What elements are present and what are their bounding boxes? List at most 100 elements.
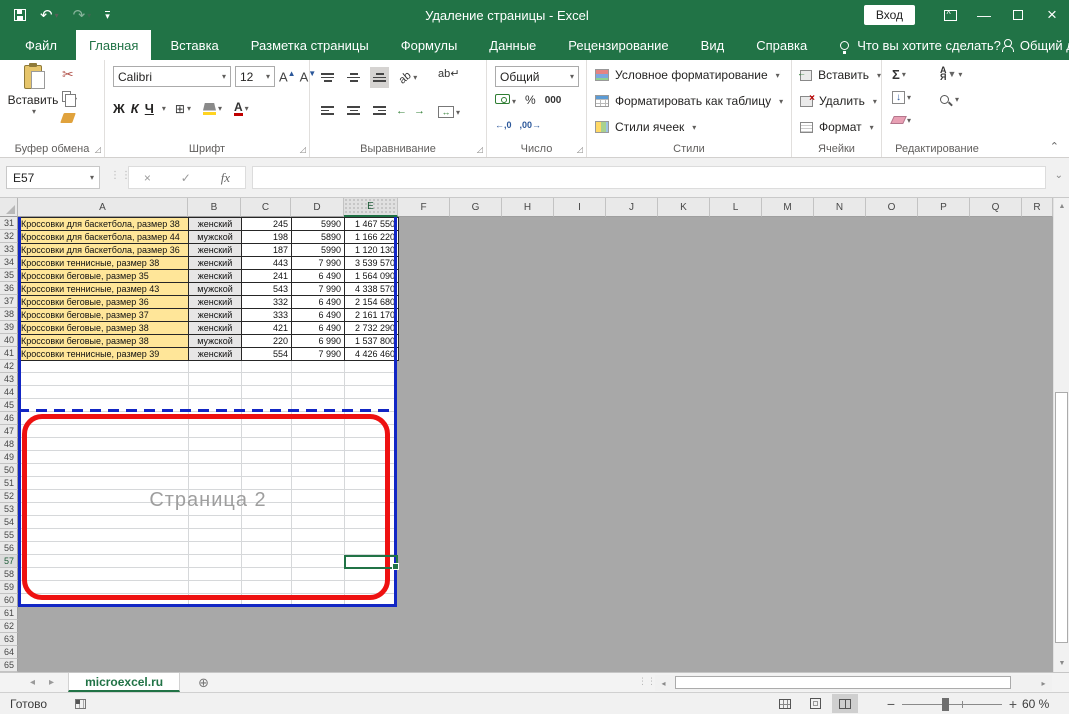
align-center-button[interactable] — [344, 100, 363, 121]
column-header-A[interactable]: A — [18, 198, 188, 217]
zoom-level-label[interactable]: 60 % — [1022, 697, 1049, 711]
insert-function-button[interactable]: fx — [221, 170, 230, 186]
scroll-left-button[interactable]: ◂ — [655, 675, 672, 691]
row-header-47[interactable]: 47 — [0, 425, 18, 438]
page-break-dashed-line[interactable] — [18, 409, 397, 412]
align-right-button[interactable] — [370, 100, 389, 121]
cell[interactable]: Кроссовки теннисные, размер 39 — [19, 348, 189, 361]
fill-color-button[interactable]: ▾ — [200, 98, 225, 119]
delete-cells-button[interactable]: Удалить▾ — [792, 88, 881, 114]
enter-button[interactable]: ✓ — [181, 171, 191, 185]
copy-button[interactable]: ▾ — [62, 89, 77, 107]
row-header-44[interactable]: 44 — [0, 386, 18, 399]
font-name-combo[interactable]: Calibri▾ — [113, 66, 231, 87]
zoom-slider[interactable] — [902, 697, 1002, 711]
find-select-button[interactable]: ▾ — [940, 90, 962, 108]
underline-button[interactable]: Ч — [145, 101, 154, 116]
align-bottom-button[interactable] — [370, 67, 389, 88]
maximize-button[interactable] — [1001, 0, 1035, 30]
sort-filter-button[interactable]: АЯ▼▾ — [940, 65, 962, 83]
cell[interactable]: женский — [189, 348, 242, 361]
column-header-B[interactable]: B — [188, 198, 241, 217]
font-size-combo[interactable]: 12▾ — [235, 66, 275, 87]
row-header-37[interactable]: 37 — [0, 295, 18, 308]
row-header-34[interactable]: 34 — [0, 256, 18, 269]
column-header-P[interactable]: P — [918, 198, 970, 217]
cell[interactable]: 332 — [242, 296, 292, 309]
row-header-40[interactable]: 40 — [0, 334, 18, 347]
ribbon-tab[interactable]: Файл — [12, 30, 70, 60]
merge-center-button[interactable]: ↔▾ — [438, 102, 460, 120]
sign-in-button[interactable]: Вход — [864, 5, 915, 25]
cell[interactable]: 3 539 570 — [345, 257, 399, 270]
normal-view-button[interactable] — [772, 694, 798, 713]
ribbon-tab[interactable]: Вставка — [157, 30, 231, 60]
formula-input[interactable] — [252, 166, 1046, 189]
row-header-45[interactable]: 45 — [0, 399, 18, 412]
orientation-button[interactable]: ab▾ — [396, 67, 420, 88]
cell[interactable]: мужской — [189, 231, 242, 244]
cut-button[interactable]: ✂ — [62, 66, 74, 83]
row-header-58[interactable]: 58 — [0, 568, 18, 581]
select-all-corner[interactable] — [0, 198, 18, 217]
row-header-39[interactable]: 39 — [0, 321, 18, 334]
vertical-scroll-thumb[interactable] — [1055, 392, 1068, 643]
row-header-33[interactable]: 33 — [0, 243, 18, 256]
align-top-button[interactable] — [318, 67, 337, 88]
row-header-48[interactable]: 48 — [0, 438, 18, 451]
cell[interactable]: 2 154 680 — [345, 296, 399, 309]
column-header-I[interactable]: I — [554, 198, 606, 217]
print-area-border-bottom[interactable] — [18, 604, 397, 607]
row-header-32[interactable]: 32 — [0, 230, 18, 243]
qat-customize-button[interactable]: ▾ — [105, 11, 110, 20]
decrease-decimal-button[interactable]: ←,0 — [495, 120, 512, 130]
number-format-combo[interactable]: Общий▾ — [495, 66, 579, 87]
cell[interactable]: 2 732 290 — [345, 322, 399, 335]
cell[interactable]: мужской — [189, 283, 242, 296]
column-header-O[interactable]: O — [866, 198, 918, 217]
row-header-52[interactable]: 52 — [0, 490, 18, 503]
row-header-43[interactable]: 43 — [0, 373, 18, 386]
prev-sheet-button[interactable]: ◂ — [30, 677, 35, 688]
cell[interactable]: 543 — [242, 283, 292, 296]
cell[interactable]: 333 — [242, 309, 292, 322]
cell[interactable]: 198 — [242, 231, 292, 244]
dialog-launcher-icon[interactable]: ◿ — [577, 145, 583, 154]
cell[interactable]: 2 161 170 — [345, 309, 399, 322]
collapse-ribbon-button[interactable]: ⌃ — [1050, 140, 1059, 153]
row-header-49[interactable]: 49 — [0, 451, 18, 464]
grow-font-button[interactable]: А▲ — [279, 69, 296, 84]
increase-indent-button[interactable]: → — [414, 105, 425, 117]
scroll-up-button[interactable]: ▲ — [1054, 198, 1069, 215]
cell[interactable]: Кроссовки беговые, размер 35 — [19, 270, 189, 283]
align-middle-button[interactable] — [344, 67, 363, 88]
cell[interactable]: Кроссовки теннисные, размер 43 — [19, 283, 189, 296]
row-header-62[interactable]: 62 — [0, 620, 18, 633]
cell[interactable]: 4 426 460 — [345, 348, 399, 361]
percent-style-button[interactable]: % — [525, 93, 536, 107]
cell[interactable]: Кроссовки для баскетбола, размер 36 — [19, 244, 189, 257]
cell[interactable]: 1 120 130 — [345, 244, 399, 257]
undo-button[interactable]: ↶▾ — [40, 6, 59, 24]
italic-button[interactable]: К — [131, 101, 139, 116]
row-header-42[interactable]: 42 — [0, 360, 18, 373]
tab-scroll-splitter[interactable]: ⋮⋮ — [638, 676, 656, 687]
horizontal-scroll-thumb[interactable] — [675, 676, 1011, 689]
clear-button[interactable]: ▾ — [892, 111, 911, 129]
scroll-down-button[interactable]: ▼ — [1054, 655, 1069, 672]
name-box[interactable]: E57 ▾ — [6, 166, 100, 189]
share-button[interactable]: Общий доступ — [1001, 30, 1069, 60]
column-header-J[interactable]: J — [606, 198, 658, 217]
zoom-slider-thumb[interactable] — [942, 698, 949, 711]
cell[interactable]: Кроссовки беговые, размер 36 — [19, 296, 189, 309]
cell[interactable]: Кроссовки для баскетбола, размер 44 — [19, 231, 189, 244]
borders-button[interactable]: ⊞▾ — [172, 98, 194, 119]
row-header-35[interactable]: 35 — [0, 269, 18, 282]
ribbon-tab[interactable]: Справка — [743, 30, 820, 60]
ribbon-tab[interactable]: Формулы — [388, 30, 471, 60]
ribbon-tab[interactable]: Данные — [476, 30, 549, 60]
minimize-button[interactable]: — — [967, 0, 1001, 30]
cell[interactable]: Кроссовки для баскетбола, размер 38 — [19, 218, 189, 231]
increase-decimal-button[interactable]: ,00→ — [520, 120, 542, 130]
print-area-border-right[interactable] — [394, 217, 397, 607]
